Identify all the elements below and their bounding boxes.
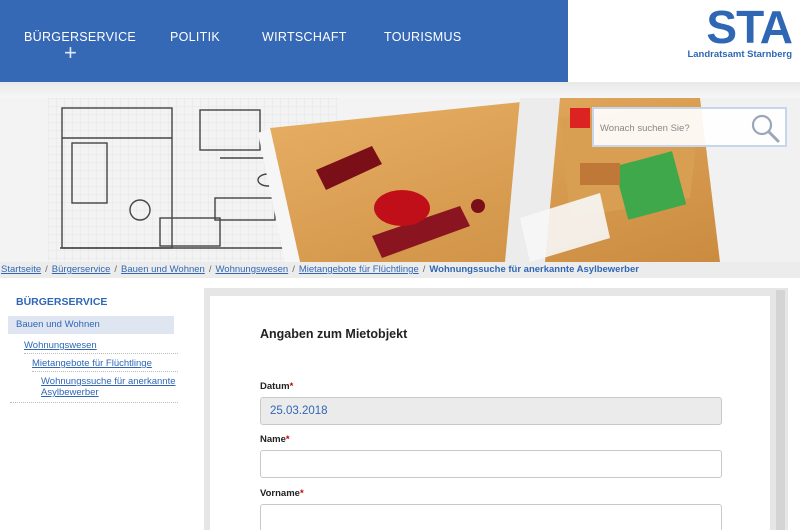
search-icon[interactable] bbox=[749, 112, 781, 144]
sidebar-navigation: BÜRGERSERVICE Bauen und Wohnen Wohnungsw… bbox=[0, 278, 190, 530]
required-mark: * bbox=[299, 488, 304, 499]
datum-label: Datum* bbox=[260, 381, 293, 392]
name-label-text: Name bbox=[260, 434, 286, 445]
sidebar-item-wohnungssuche-line2: Asylbewerber bbox=[41, 387, 99, 398]
required-mark: * bbox=[285, 434, 290, 445]
nav-item-buergerservice[interactable]: BÜRGERSERVICE bbox=[24, 30, 136, 44]
breadcrumb-separator: / bbox=[45, 264, 48, 275]
breadcrumb-separator: / bbox=[292, 264, 295, 275]
form-container: Angaben zum Mietobjekt Datum* Name* Vorn… bbox=[210, 296, 770, 530]
breadcrumb-bauen-und-wohnen[interactable]: Bauen und Wohnen bbox=[121, 264, 205, 275]
vorname-label-text: Vorname bbox=[260, 488, 300, 499]
breadcrumb-buergerservice[interactable]: Bürgerservice bbox=[52, 264, 111, 275]
search-box bbox=[592, 107, 787, 147]
sidebar-item-mietangebote[interactable]: Mietangebote für Flüchtlinge bbox=[32, 358, 152, 369]
breadcrumb-separator: / bbox=[114, 264, 118, 275]
sidebar-item-bauen-und-wohnen[interactable]: Bauen und Wohnen bbox=[8, 316, 179, 334]
sidebar-item-wohnungswesen[interactable]: Wohnungswesen bbox=[24, 340, 97, 351]
vorname-label: Vorname* bbox=[260, 488, 304, 499]
sidebar-item-wohnungssuche[interactable]: Wohnungssuche für anerkannte Asylbewerber bbox=[41, 376, 181, 398]
breadcrumb-mietangebote[interactable]: Mietangebote für Flüchtlinge bbox=[299, 264, 419, 275]
top-navigation: BÜRGERSERVICE + POLITIK WIRTSCHAFT TOURI… bbox=[0, 0, 568, 82]
breadcrumb-current: Wohnungssuche für anerkannte Asylbewerbe… bbox=[429, 264, 639, 275]
nav-item-politik[interactable]: POLITIK bbox=[170, 30, 220, 44]
breadcrumb: Startseite / Bürgerservice / Bauen und Wohne… bbox=[0, 262, 800, 278]
name-field[interactable] bbox=[260, 450, 722, 478]
sidebar-divider bbox=[32, 371, 178, 372]
nav-item-wirtschaft[interactable]: WIRTSCHAFT bbox=[262, 30, 347, 44]
required-mark: * bbox=[289, 381, 294, 392]
sidebar-divider bbox=[10, 402, 178, 403]
breadcrumb-separator: / bbox=[208, 264, 212, 275]
logo-subtitle: Landratsamt Starnberg bbox=[687, 49, 792, 60]
logo-area[interactable]: STA Landratsamt Starnberg bbox=[568, 0, 800, 82]
breadcrumb-wohnungswesen[interactable]: Wohnungswesen bbox=[215, 264, 288, 275]
breadcrumb-startseite[interactable]: Startseite bbox=[1, 264, 41, 275]
sidebar-title: BÜRGERSERVICE bbox=[16, 296, 108, 308]
scrollbar[interactable] bbox=[776, 290, 785, 530]
datum-field[interactable] bbox=[260, 397, 722, 425]
vorname-field[interactable] bbox=[260, 504, 722, 530]
name-label: Name* bbox=[260, 434, 290, 445]
search-input[interactable] bbox=[600, 117, 745, 139]
expand-plus-icon[interactable]: + bbox=[64, 42, 77, 64]
header-divider bbox=[0, 82, 800, 98]
datum-label-text: Datum bbox=[260, 381, 290, 392]
nav-item-tourismus[interactable]: TOURISMUS bbox=[384, 30, 461, 44]
breadcrumb-separator: / bbox=[422, 264, 426, 275]
section-title: Angaben zum Mietobjekt bbox=[260, 327, 408, 341]
sidebar-item-wohnungssuche-line1: Wohnungssuche für anerkannte bbox=[41, 376, 176, 387]
logo-mark: STA bbox=[706, 1, 793, 53]
sidebar-divider bbox=[24, 353, 178, 354]
